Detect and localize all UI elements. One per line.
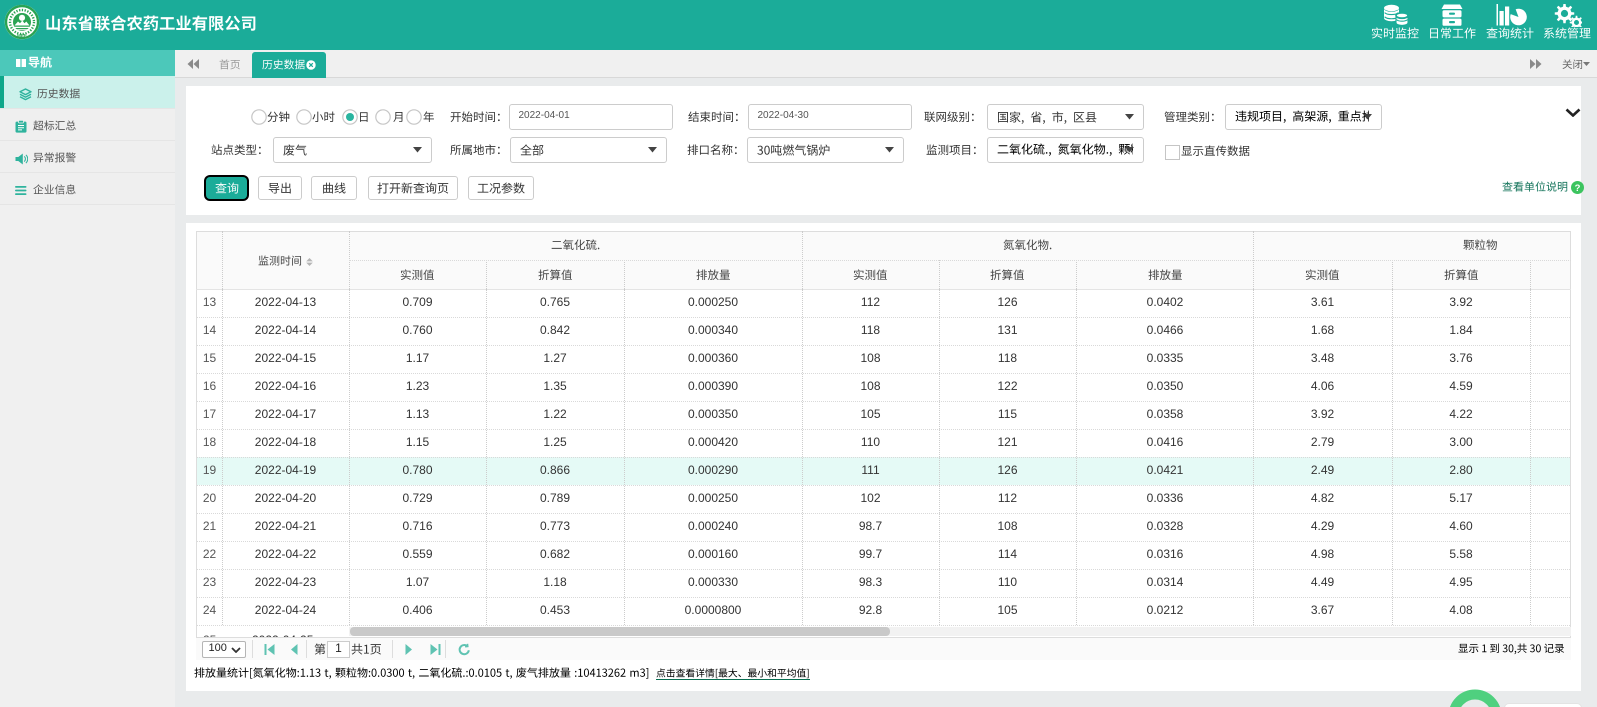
svg-text:?: ?: [1575, 183, 1581, 194]
svg-text:MEE: MEE: [17, 33, 27, 38]
